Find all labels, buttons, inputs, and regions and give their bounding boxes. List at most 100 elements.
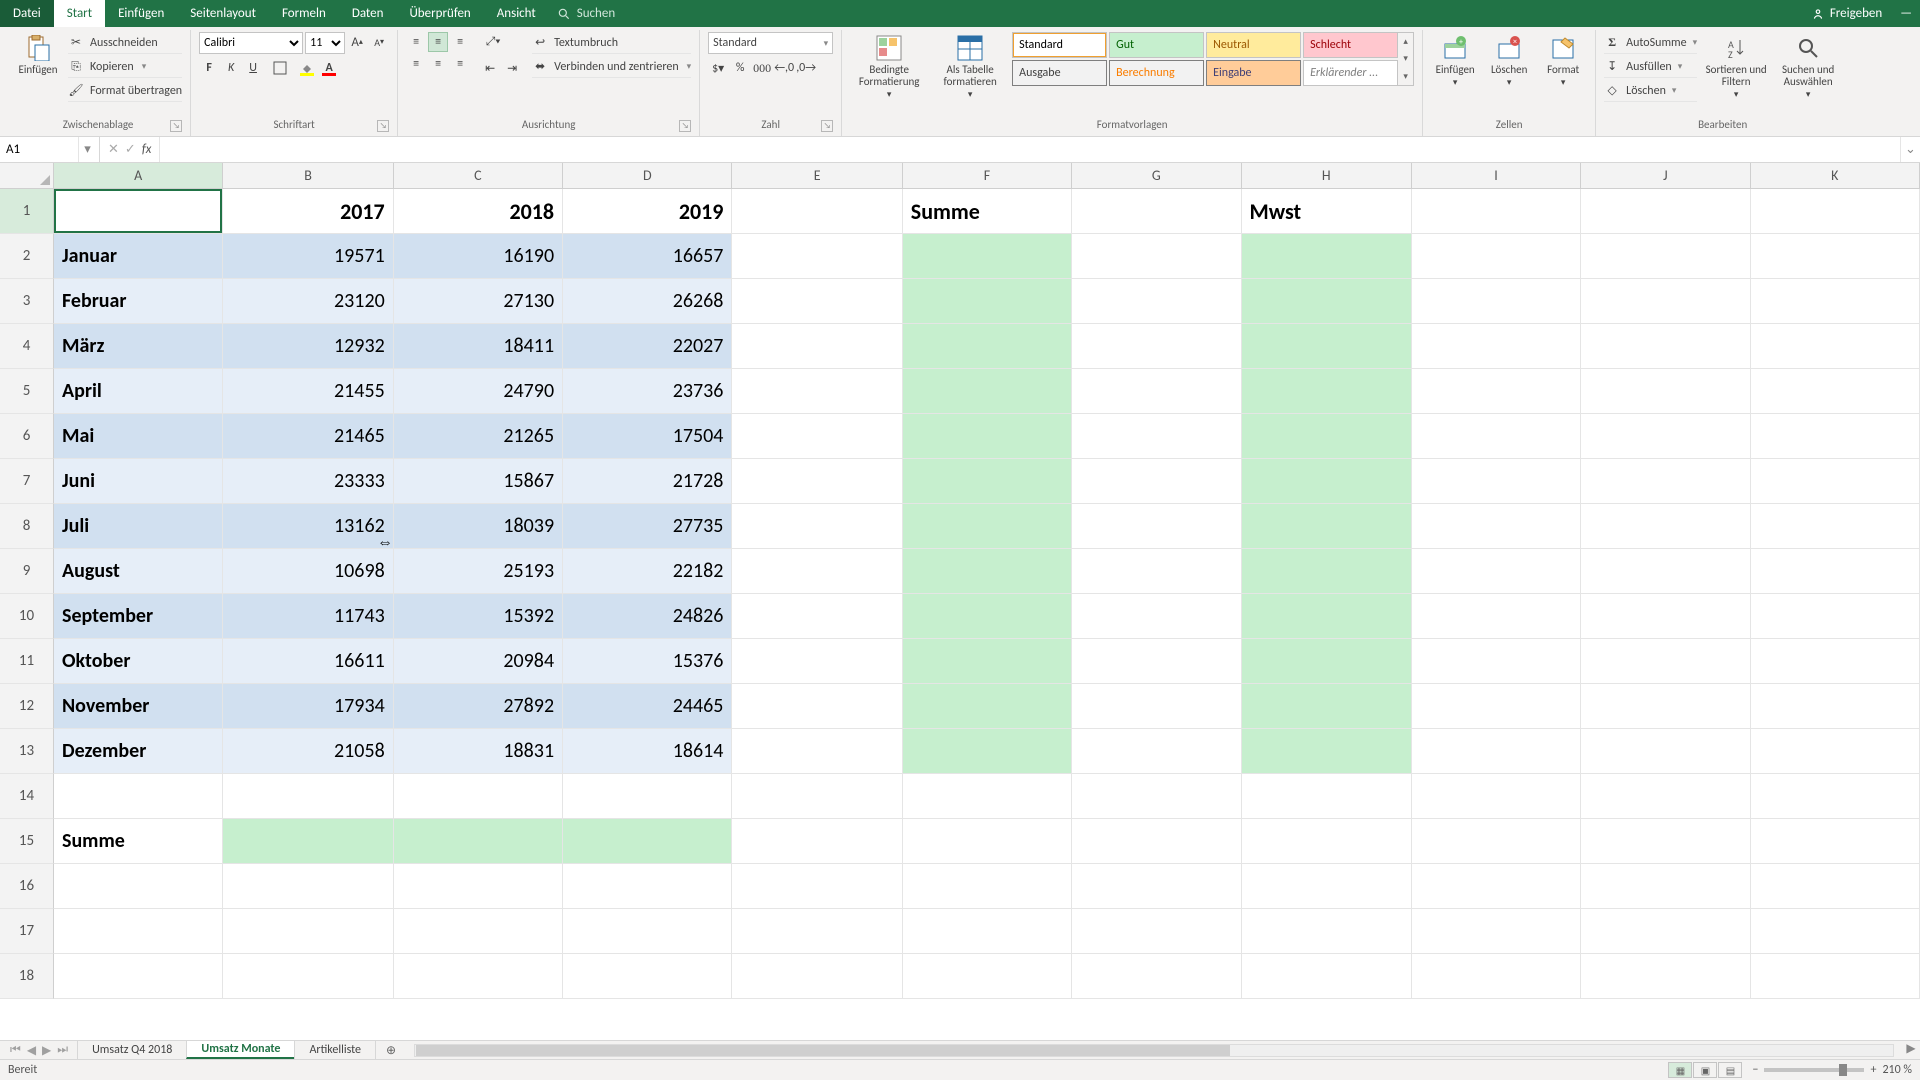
percent-button[interactable]: % bbox=[730, 58, 750, 78]
cell-I12[interactable] bbox=[1412, 684, 1581, 728]
row-header-3[interactable]: 3 bbox=[0, 279, 54, 324]
cell-F12[interactable] bbox=[903, 684, 1072, 728]
cell-K16[interactable] bbox=[1751, 864, 1920, 908]
cell-H2[interactable] bbox=[1242, 234, 1412, 278]
cell-E12[interactable] bbox=[732, 684, 902, 728]
row-header-14[interactable]: 14 bbox=[0, 774, 54, 819]
cell-B7[interactable]: 23333 bbox=[223, 459, 393, 503]
cells-area[interactable]: 201720182019SummeMwstJanuar1957116190166… bbox=[54, 189, 1920, 1040]
hscroll-right[interactable]: ▶ bbox=[1902, 1041, 1920, 1059]
row-header-17[interactable]: 17 bbox=[0, 909, 54, 954]
cell-C2[interactable]: 16190 bbox=[394, 234, 563, 278]
cell-G12[interactable] bbox=[1072, 684, 1241, 728]
select-all-corner[interactable] bbox=[0, 163, 54, 189]
cell-A6[interactable]: Mai bbox=[54, 414, 223, 458]
cell-H13[interactable] bbox=[1242, 729, 1412, 773]
row-headers[interactable]: 123456789101112131415161718 bbox=[0, 189, 54, 1040]
style-gallery-more[interactable]: ▴▾▾ bbox=[1398, 32, 1414, 86]
cell-E1[interactable] bbox=[732, 189, 902, 233]
cell-J7[interactable] bbox=[1581, 459, 1750, 503]
cell-A5[interactable]: April bbox=[54, 369, 223, 413]
cell-B10[interactable]: 11743 bbox=[223, 594, 393, 638]
cell-I5[interactable] bbox=[1412, 369, 1581, 413]
indent-dec[interactable]: ⇤ bbox=[480, 58, 500, 78]
cell-G6[interactable] bbox=[1072, 414, 1241, 458]
horizontal-scrollbar[interactable] bbox=[414, 1041, 1894, 1059]
row-header-1[interactable]: 1 bbox=[0, 189, 54, 234]
column-headers[interactable]: ABCDEFGHIJK bbox=[54, 163, 1920, 189]
cell-A7[interactable]: Juni bbox=[54, 459, 223, 503]
tab-review[interactable]: Überprüfen bbox=[396, 0, 483, 27]
col-header-G[interactable]: G bbox=[1072, 163, 1241, 189]
cell-D6[interactable]: 17504 bbox=[563, 414, 732, 458]
cell-H6[interactable] bbox=[1242, 414, 1412, 458]
format-as-table-button[interactable]: Als Tabelle formatieren▾ bbox=[934, 32, 1006, 100]
cell-A9[interactable]: August bbox=[54, 549, 223, 593]
cell-C16[interactable] bbox=[394, 864, 563, 908]
cells-insert-button[interactable]: +Einfügen▾ bbox=[1431, 32, 1479, 88]
dec-decimal[interactable]: ,0→ bbox=[796, 58, 816, 78]
add-sheet-button[interactable]: ⊕ bbox=[376, 1041, 406, 1059]
cell-B1[interactable]: 2017 bbox=[223, 189, 393, 233]
grow-font-button[interactable]: A▴ bbox=[347, 32, 367, 52]
cell-H11[interactable] bbox=[1242, 639, 1412, 683]
cell-G4[interactable] bbox=[1072, 324, 1241, 368]
sheet-tab-umsatz-monate[interactable]: Umsatz Monate bbox=[186, 1041, 295, 1059]
view-page-break[interactable]: ▤ bbox=[1718, 1062, 1742, 1078]
font-size-select[interactable]: 11 bbox=[305, 32, 345, 54]
cell-C11[interactable]: 20984 bbox=[394, 639, 563, 683]
tab-insert[interactable]: Einfügen bbox=[105, 0, 177, 27]
cell-A17[interactable] bbox=[54, 909, 223, 953]
cell-A12[interactable]: November bbox=[54, 684, 223, 728]
tab-data[interactable]: Daten bbox=[339, 0, 397, 27]
cell-G9[interactable] bbox=[1072, 549, 1241, 593]
cell-I2[interactable] bbox=[1412, 234, 1581, 278]
cell-F6[interactable] bbox=[903, 414, 1072, 458]
cell-F7[interactable] bbox=[903, 459, 1072, 503]
cell-J11[interactable] bbox=[1581, 639, 1750, 683]
cell-A2[interactable]: Januar bbox=[54, 234, 223, 278]
cell-B3[interactable]: 23120 bbox=[223, 279, 393, 323]
cut-button[interactable]: ✂Ausschneiden bbox=[68, 32, 182, 54]
cell-A3[interactable]: Februar bbox=[54, 279, 223, 323]
cell-D12[interactable]: 24465 bbox=[563, 684, 732, 728]
row-header-9[interactable]: 9 bbox=[0, 549, 54, 594]
cell-F16[interactable] bbox=[903, 864, 1072, 908]
cell-K2[interactable] bbox=[1751, 234, 1920, 278]
inc-decimal[interactable]: ←,0 bbox=[774, 58, 794, 78]
name-box[interactable]: ▾ bbox=[0, 137, 100, 162]
cell-C14[interactable] bbox=[394, 774, 563, 818]
cell-G5[interactable] bbox=[1072, 369, 1241, 413]
cell-J18[interactable] bbox=[1581, 954, 1750, 998]
cell-B16[interactable] bbox=[223, 864, 393, 908]
sort-filter-button[interactable]: AZSortieren und Filtern▾ bbox=[1703, 32, 1769, 100]
cell-E3[interactable] bbox=[732, 279, 902, 323]
cell-A10[interactable]: September bbox=[54, 594, 223, 638]
cell-A11[interactable]: Oktober bbox=[54, 639, 223, 683]
cell-G3[interactable] bbox=[1072, 279, 1241, 323]
accounting-button[interactable]: $▾ bbox=[708, 58, 728, 78]
cell-J10[interactable] bbox=[1581, 594, 1750, 638]
cell-C5[interactable]: 24790 bbox=[394, 369, 563, 413]
row-header-13[interactable]: 13 bbox=[0, 729, 54, 774]
align-bottom[interactable]: ≡ bbox=[450, 32, 470, 52]
cell-K7[interactable] bbox=[1751, 459, 1920, 503]
cell-F10[interactable] bbox=[903, 594, 1072, 638]
cell-A13[interactable]: Dezember bbox=[54, 729, 223, 773]
cell-C15[interactable] bbox=[394, 819, 563, 863]
tab-file[interactable]: Datei bbox=[0, 0, 54, 27]
col-header-E[interactable]: E bbox=[732, 163, 902, 189]
cell-styles-gallery[interactable]: StandardGutNeutralSchlechtAusgabeBerechn… bbox=[1012, 32, 1398, 86]
cell-E13[interactable] bbox=[732, 729, 902, 773]
cell-E8[interactable] bbox=[732, 504, 902, 548]
cell-H8[interactable] bbox=[1242, 504, 1412, 548]
cancel-formula[interactable]: ✕ bbox=[108, 142, 119, 157]
cell-H4[interactable] bbox=[1242, 324, 1412, 368]
cell-F9[interactable] bbox=[903, 549, 1072, 593]
cells-format-button[interactable]: Format▾ bbox=[1539, 32, 1587, 88]
fill-color-button[interactable] bbox=[297, 58, 317, 78]
cell-H3[interactable] bbox=[1242, 279, 1412, 323]
cell-J14[interactable] bbox=[1581, 774, 1750, 818]
cell-K17[interactable] bbox=[1751, 909, 1920, 953]
style-schlecht[interactable]: Schlecht bbox=[1303, 32, 1398, 58]
